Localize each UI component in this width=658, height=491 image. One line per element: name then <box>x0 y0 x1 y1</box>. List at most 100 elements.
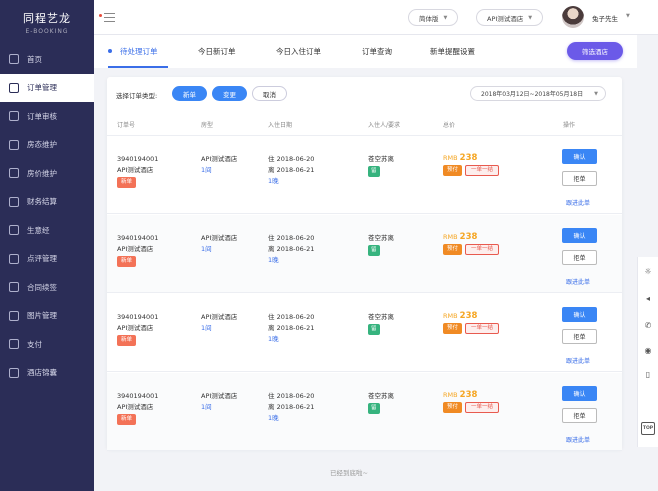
sidebar: 同程艺龙 E-BOOKING 首页 订单管理 订单审核房态维护房价维护财务结算生意经… <box>0 0 94 491</box>
sidebar-item-contract[interactable]: 合同续签 <box>0 273 94 302</box>
price-amount: 238 <box>459 311 478 321</box>
room-count: 1间 <box>201 324 212 332</box>
col-header-checkin-date: 入住日期 <box>268 122 293 129</box>
room-price-icon <box>9 168 19 179</box>
order-cell: 3940194001 API测试酒店 新单 <box>117 154 158 188</box>
price-cell: RMB 238 预付 一单一结 <box>443 390 500 413</box>
price-amount: 238 <box>459 153 478 163</box>
order-number[interactable]: 3940194001 <box>117 154 158 165</box>
checkout-date: 离 2018-06-21 <box>268 324 315 332</box>
sidebar-item-order[interactable]: 订单管理 <box>0 73 94 102</box>
sidebar-item-label: 房态维护 <box>27 140 57 150</box>
guest-name: 苍空苏离 <box>368 313 394 321</box>
filter-hotel-button[interactable]: 筛选酒店 <box>567 42 623 60</box>
settlement-badge: 一单一结 <box>465 244 500 255</box>
sidebar-item-image[interactable]: 图片管理 <box>0 302 94 331</box>
price-cell: RMB 238 预付 一单一结 <box>443 232 500 255</box>
date-cell: 住 2018-06-20 离 2018-06-21 1晚 <box>268 154 314 187</box>
room-cell: API测试酒店 1间 <box>201 312 237 334</box>
total-price: RMB 238 <box>443 390 499 401</box>
guest-note-badge[interactable]: 留 <box>368 403 380 414</box>
follow-up-link[interactable]: 跟进此单 <box>566 435 590 444</box>
pay-icon <box>9 339 19 350</box>
confirm-button[interactable]: 确认 <box>562 149 597 164</box>
chevron-down-icon: ▼ <box>443 14 448 21</box>
confirm-button[interactable]: 确认 <box>562 307 597 322</box>
checkin-date: 住 2018-06-20 <box>268 234 315 242</box>
new-order-badge: 新单 <box>117 256 137 267</box>
sidebar-item-finance[interactable]: 财务结算 <box>0 188 94 217</box>
sidebar-item-comment[interactable]: 点评管理 <box>0 245 94 274</box>
room-count: 1间 <box>201 403 212 411</box>
image-icon <box>9 310 19 321</box>
reject-button[interactable]: 拒单 <box>562 408 597 423</box>
guest-note-badge[interactable]: 留 <box>368 245 380 256</box>
notification-dot <box>99 14 102 17</box>
sidebar-item-grid[interactable]: 首页 <box>0 45 94 74</box>
order-number[interactable]: 3940194001 <box>117 233 158 244</box>
room-type: API测试酒店 <box>201 392 238 400</box>
date-range-picker[interactable]: 2018年03月12日~2018年05月18日 ▼ <box>470 86 606 101</box>
hotel-select[interactable]: API测试酒店 ▼ <box>476 9 544 26</box>
settlement-badge: 一单一结 <box>465 165 500 176</box>
order-type-new-button[interactable]: 新单 <box>172 86 207 101</box>
version-select[interactable]: 简体版 ▼ <box>408 9 459 26</box>
username[interactable]: 兔子先生 <box>592 13 618 23</box>
back-to-top-button[interactable]: TOP <box>641 422 655 435</box>
follow-up-link[interactable]: 跟进此单 <box>566 356 590 365</box>
sidebar-item-pay[interactable]: 支付 <box>0 330 94 359</box>
checkout-date: 离 2018-06-21 <box>268 245 315 253</box>
order-type-cancel-button[interactable]: 取消 <box>252 86 287 101</box>
tab-today-new-orders[interactable]: 今日新订单 <box>198 46 236 57</box>
reject-button[interactable]: 拒单 <box>562 171 597 186</box>
menu-toggle-icon[interactable] <box>104 10 115 25</box>
lightbulb-icon[interactable]: ☼ <box>643 267 653 277</box>
order-number[interactable]: 3940194001 <box>117 312 158 323</box>
sidebar-item-room-status[interactable]: 房态维护 <box>0 131 94 160</box>
date-cell: 住 2018-06-20 离 2018-06-21 1晚 <box>268 312 314 345</box>
sidebar-item-user[interactable]: 生意经 <box>0 216 94 245</box>
confirm-button[interactable]: 确认 <box>562 228 597 243</box>
reject-button[interactable]: 拒单 <box>562 329 597 344</box>
guest-note-badge[interactable]: 留 <box>368 324 380 335</box>
avatar[interactable] <box>562 6 584 28</box>
sidebar-item-label: 生意经 <box>27 225 50 235</box>
signal-icon[interactable]: ◉ <box>643 346 653 356</box>
room-count: 1间 <box>201 245 212 253</box>
reject-button[interactable]: 拒单 <box>562 250 597 265</box>
order-type-change-button[interactable]: 变更 <box>212 86 247 101</box>
mobile-icon[interactable]: ▯ <box>643 370 653 380</box>
guest-name: 苍空苏离 <box>368 234 394 242</box>
col-header-order-no: 订单号 <box>117 122 136 129</box>
guest-note-badge[interactable]: 留 <box>368 166 380 177</box>
tab-pending-orders[interactable]: 待处理订单 <box>120 46 158 57</box>
megaphone-icon[interactable]: ◂ <box>643 294 653 304</box>
room-status-icon <box>9 139 19 150</box>
topbar: 简体版 ▼ API测试酒店 ▼ 兔子先生 ▼ <box>94 0 658 35</box>
sidebar-item-audit[interactable]: 订单审核 <box>0 102 94 131</box>
sidebar-item-room-price[interactable]: 房价维护 <box>0 159 94 188</box>
order-number[interactable]: 3940194001 <box>117 391 158 402</box>
room-cell: API测试酒店 1间 <box>201 154 237 176</box>
guest-cell: 苍空苏离留 <box>368 154 394 177</box>
sidebar-item-label: 房价维护 <box>27 168 57 178</box>
prepay-badge: 预付 <box>443 323 463 334</box>
confirm-button[interactable]: 确认 <box>562 386 597 401</box>
checkin-date: 住 2018-06-20 <box>268 392 315 400</box>
phone-icon[interactable]: ✆ <box>643 321 653 331</box>
total-price: RMB 238 <box>443 232 499 243</box>
follow-up-link[interactable]: 跟进此单 <box>566 198 590 207</box>
tab-new-order-alert-settings[interactable]: 新单提醒设置 <box>430 46 475 57</box>
room-type: API测试酒店 <box>201 313 238 321</box>
sidebar-item-tips[interactable]: 酒店锦囊 <box>0 359 94 388</box>
audit-icon <box>9 111 19 122</box>
tab-today-checkin-orders[interactable]: 今日入住订单 <box>276 46 321 57</box>
chevron-down-icon[interactable]: ▼ <box>626 13 630 19</box>
col-header-total-price: 总价 <box>443 122 456 129</box>
currency: RMB <box>443 391 458 399</box>
follow-up-link[interactable]: 跟进此单 <box>566 277 590 286</box>
tab-order-query[interactable]: 订单查询 <box>362 46 392 57</box>
logo[interactable]: 同程艺龙 E-BOOKING <box>0 0 94 45</box>
nights: 1晚 <box>268 335 279 343</box>
grid-icon <box>9 54 19 65</box>
